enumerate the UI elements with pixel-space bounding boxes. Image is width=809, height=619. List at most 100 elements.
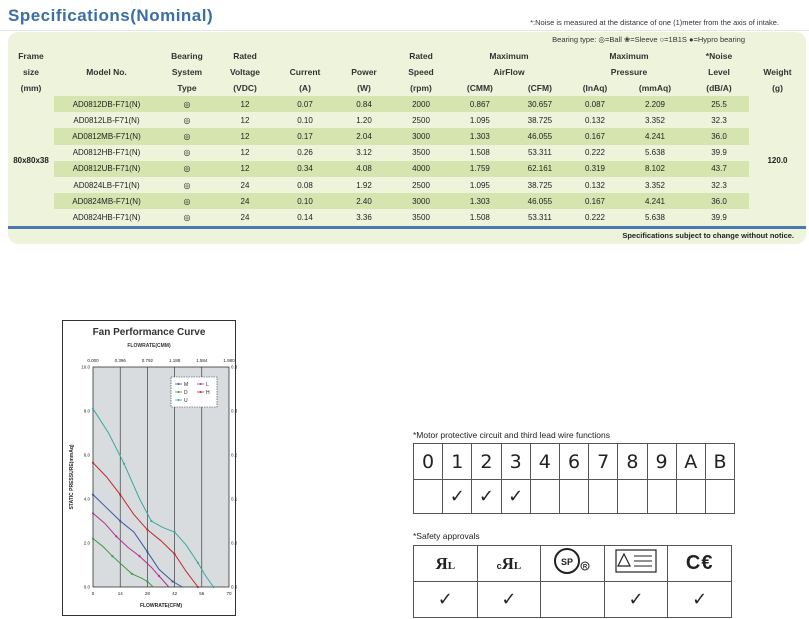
header-mmaq: (mmAq) (638, 83, 672, 93)
wire-code: 9 (646, 443, 677, 480)
header-bearing-1: Bearing (171, 51, 203, 61)
wire-code: A (675, 443, 706, 480)
csa-logo: SP R (540, 545, 605, 582)
cell-inaq: 0.222 (568, 144, 621, 161)
cell-inaq: 0.132 (568, 176, 621, 194)
cell-inaq: 0.222 (568, 209, 621, 226)
cell-voltage: 12 (215, 144, 275, 161)
cell-voltage: 24 (215, 193, 275, 210)
series-point-U (173, 530, 176, 534)
safety-check: ✓ (667, 581, 732, 618)
header-current-2: Current (289, 67, 321, 77)
series-point-U (122, 462, 126, 465)
cell-cmm: 1.095 (449, 176, 511, 194)
header-voltage-3: (VDC) (233, 83, 257, 93)
cell-bearing: ◎ (159, 176, 215, 194)
y-tick-label: 6.0 (84, 453, 91, 458)
series-point-H (119, 493, 122, 496)
right-tick-label: 0.079 (231, 541, 237, 546)
series-point-H (173, 552, 176, 556)
cell-speed: 2500 (393, 112, 449, 129)
cell-model: AD0812DB-F71(N) (54, 96, 159, 113)
y-tick-label: 2.0 (84, 541, 91, 546)
wire-check (704, 479, 736, 514)
cell-cfm: 53.311 (510, 209, 569, 226)
header-pressure-1: Maximum (609, 51, 649, 61)
header-cfm: (CFM) (527, 83, 552, 93)
cell-inaq: 0.087 (568, 96, 621, 113)
series-point-H (146, 528, 149, 531)
x-tick-label: 56 (199, 591, 205, 596)
cell-mmaq: 3.352 (620, 112, 689, 129)
cell-mmaq: 5.638 (620, 209, 689, 226)
top-tick-label: 1.584 (196, 358, 208, 363)
cell-current: 0.34 (275, 160, 335, 177)
table-row: 80x80x38 AD0812DB-F71(N) ◎ 12 0.07 0.84 2000 0.… (8, 96, 806, 165)
bearing-type-legend: Bearing type: ◎=Ball ❀=Sleeve ○=1B1S ●=H… (552, 35, 745, 44)
legend-label-D: D (184, 390, 188, 396)
cell-speed: 3500 (393, 144, 449, 161)
wire-code: 7 (588, 443, 619, 480)
safety-approvals-label: *Safety approvals (413, 531, 480, 541)
cell-noise: 36.0 (689, 193, 749, 210)
right-tick-label: 0.394 (231, 365, 237, 370)
table-row: AD0824LB-F71(N) ◎ 24 0.08 1.92 2500 1.095 38.72… (8, 176, 806, 194)
safety-check (540, 581, 605, 618)
cell-cfm: 62.161 (510, 160, 569, 177)
cul-logo: cЯL (476, 545, 542, 582)
cell-bearing: ◎ (159, 128, 215, 145)
fan-performance-chart: Fan Performance Curve FLOWRATE(CMM) 0 0.0… (62, 320, 237, 616)
top-tick-label: 0.000 (87, 358, 99, 363)
header-pressure-2: Pressure (610, 67, 648, 77)
table-row: AD0812UB-F71(N) ◎ 12 0.34 4.08 4000 1.759 62.16… (8, 160, 806, 177)
page-title: Specifications(Nominal) (8, 6, 214, 25)
cell-model: AD0812LB-F71(N) (54, 112, 159, 129)
cell-cfm: 30.657 (510, 96, 569, 113)
header-noise-1: *Noise (705, 51, 733, 61)
x-tick-label: 70 (226, 591, 232, 596)
header-noise-3: (dB/A) (706, 83, 732, 93)
cell-bearing: ◎ (159, 96, 215, 113)
cell-cmm: 0.867 (449, 96, 511, 113)
header-weight-2: Weight (763, 67, 792, 77)
top-tick-label: 0.792 (142, 358, 154, 363)
header-speed-2: Speed (408, 67, 434, 77)
x-tick-label: 42 (172, 591, 178, 596)
spec-table: Frame Bearing Rated Rated Maximum Maximu… (8, 48, 806, 226)
wire-check (558, 479, 590, 514)
cell-current: 0.26 (275, 144, 335, 161)
tuv-logo (603, 545, 669, 582)
series-point-M (171, 580, 174, 583)
legend-label-L: L (206, 382, 209, 388)
top-tick-label: 1.188 (169, 358, 181, 363)
series-point-D (91, 537, 95, 540)
cell-model: AD0824MB-F71(N) (54, 193, 159, 210)
header-current-3: (A) (299, 83, 311, 93)
cell-current: 0.17 (275, 128, 335, 145)
cell-mmaq: 3.352 (620, 176, 689, 194)
legend-marker-H (199, 391, 202, 393)
series-point-D (146, 580, 149, 583)
cell-speed: 3000 (393, 128, 449, 145)
cell-bearing: ◎ (159, 112, 215, 129)
wire-code: B (704, 443, 736, 480)
legend-label-H: H (206, 390, 210, 396)
series-point-L (157, 574, 161, 578)
wire-code: 3 (500, 443, 531, 480)
cell-current: 0.07 (275, 96, 335, 113)
header-airflow-2: AirFlow (493, 67, 525, 77)
header-voltage-1: Rated (233, 51, 257, 61)
header-weight-3: (g) (772, 83, 783, 93)
cell-bearing: ◎ (159, 144, 215, 161)
series-point-U (212, 585, 215, 589)
cell-speed: 3500 (393, 209, 449, 226)
series-point-M (91, 493, 95, 496)
wire-functions-table: 012346789AB ✓ ✓ ✓ (412, 443, 736, 514)
wire-check (529, 479, 560, 514)
y-axis-label: STATIC PRESSURE(mmAq) (69, 444, 75, 509)
noise-note: *:Noise is measured at the distance of o… (530, 18, 779, 27)
wire-check: ✓ (442, 479, 473, 514)
title-divider (0, 30, 809, 31)
cell-cfm: 38.725 (510, 176, 569, 194)
svg-text:R: R (583, 565, 588, 571)
